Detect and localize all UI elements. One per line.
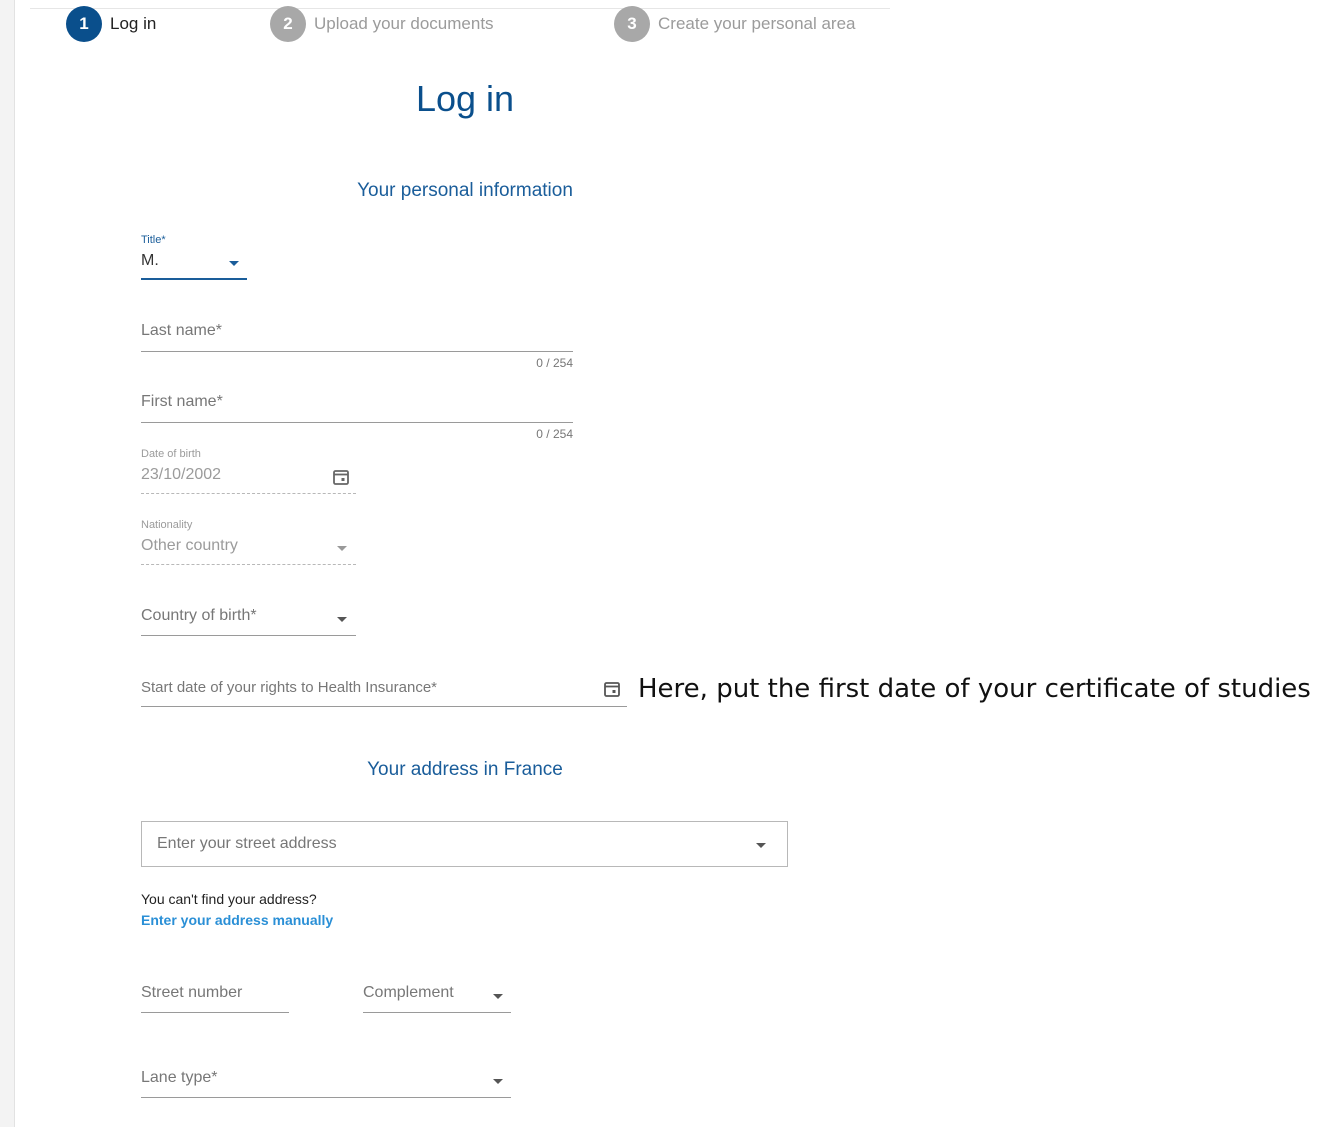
- chevron-down-icon: [493, 1079, 503, 1084]
- lane-type-underline: [141, 1097, 511, 1098]
- health-insurance-underline: [141, 706, 627, 707]
- page: 1 Log in 2 Upload your documents 3 Creat…: [0, 0, 1338, 1127]
- annotation-note: Here, put the first date of your certifi…: [638, 674, 1311, 704]
- title-label: Title*: [141, 234, 166, 246]
- health-insurance-placeholder: Start date of your rights to Health Insu…: [141, 679, 437, 696]
- nationality-value: Other country: [141, 537, 238, 554]
- chevron-down-icon: [337, 617, 347, 622]
- date-of-birth-value: 23/10/2002: [141, 466, 222, 483]
- complement-select[interactable]: Complement: [363, 984, 511, 1013]
- personal-info-section-title: Your personal information: [357, 180, 573, 201]
- title-select[interactable]: Title* M.: [141, 234, 247, 280]
- address-help-text: You can't find your address?: [141, 891, 317, 907]
- date-of-birth-underline: [141, 493, 356, 494]
- step-number-1: 1: [66, 6, 102, 42]
- nationality-underline: [141, 564, 356, 565]
- calendar-icon: [333, 470, 349, 485]
- street-number-underline: [141, 1012, 289, 1013]
- street-number-input[interactable]: Street number: [141, 984, 289, 1013]
- first-name-input[interactable]: First name*: [141, 393, 573, 423]
- country-of-birth-select[interactable]: Country of birth*: [141, 607, 356, 636]
- step-label-create-personal-area: Create your personal area: [658, 14, 856, 33]
- nationality-field: Nationality Other country: [141, 519, 356, 565]
- step-label-log-in: Log in: [110, 14, 157, 33]
- first-name-counter: 0 / 254: [536, 427, 573, 441]
- date-of-birth-field: Date of birth 23/10/2002: [141, 448, 356, 494]
- last-name-counter: 0 / 254: [536, 356, 573, 370]
- chevron-down-icon: [756, 843, 766, 848]
- last-name-input[interactable]: Last name*: [141, 322, 573, 352]
- step-log-in[interactable]: 1 Log in: [66, 6, 156, 42]
- nationality-label: Nationality: [141, 519, 193, 531]
- chevron-down-icon: [337, 546, 347, 551]
- chevron-down-icon: [229, 261, 239, 266]
- chevron-down-icon: [493, 994, 503, 999]
- street-address-placeholder: Enter your street address: [157, 835, 337, 852]
- complement-underline: [363, 1012, 511, 1013]
- complement-placeholder: Complement: [363, 984, 454, 1001]
- step-create-personal-area[interactable]: 3 Create your personal area: [614, 6, 856, 42]
- first-name-underline: [141, 422, 573, 423]
- first-name-placeholder: First name*: [141, 393, 223, 410]
- street-number-placeholder: Street number: [141, 984, 243, 1001]
- lane-type-select[interactable]: Lane type*: [141, 1069, 511, 1098]
- last-name-placeholder: Last name*: [141, 322, 222, 339]
- calendar-icon[interactable]: [603, 680, 621, 698]
- left-scroll-strip: [0, 0, 15, 1127]
- street-address-input[interactable]: Enter your street address: [141, 821, 788, 867]
- last-name-underline: [141, 351, 573, 352]
- health-insurance-start-date-input[interactable]: Start date of your rights to Health Insu…: [141, 679, 627, 707]
- step-upload-documents[interactable]: 2 Upload your documents: [270, 6, 494, 42]
- lane-type-placeholder: Lane type*: [141, 1069, 218, 1086]
- page-title: Log in: [415, 78, 515, 119]
- step-number-3: 3: [614, 6, 650, 42]
- title-underline: [141, 278, 247, 280]
- enter-address-manually-link[interactable]: Enter your address manually: [141, 912, 333, 928]
- date-of-birth-label: Date of birth: [141, 448, 201, 460]
- country-of-birth-placeholder: Country of birth*: [141, 607, 257, 624]
- address-section-title: Your address in France: [367, 759, 563, 780]
- step-number-2: 2: [270, 6, 306, 42]
- step-label-upload-documents: Upload your documents: [314, 14, 494, 33]
- country-of-birth-underline: [141, 635, 356, 636]
